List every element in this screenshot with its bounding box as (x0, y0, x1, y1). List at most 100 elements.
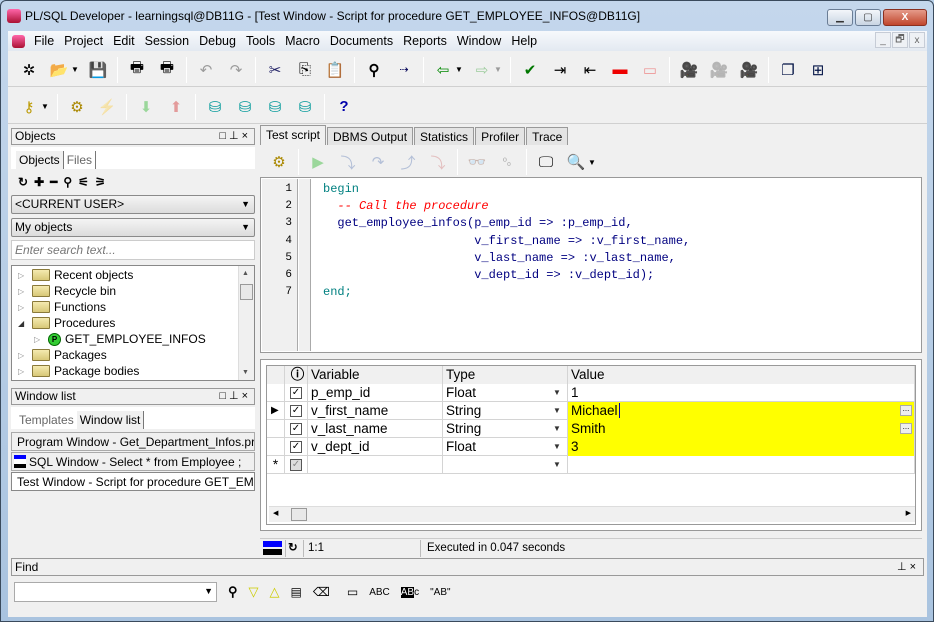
open-dropdown-icon[interactable]: ▼ (71, 59, 79, 81)
tree-node-get-employee-infos[interactable]: ▷ P GET_EMPLOYEE_INFOS (34, 331, 206, 347)
clear-highlight-icon[interactable]: ⌫ (313, 585, 330, 599)
variable-row[interactable]: ✓ p_emp_id Float ▼ 1 (267, 384, 915, 402)
save-icon[interactable]: 💾 (87, 59, 109, 81)
expand-icon[interactable]: ▷ (18, 287, 28, 296)
remove-icon[interactable]: ━ (50, 175, 57, 189)
variable-row[interactable]: ✓ v_dept_id Float ▼ 3 (267, 438, 915, 456)
start-debugger-icon[interactable]: ⚙ (268, 151, 290, 173)
log-on-dropdown-icon[interactable]: ▼ (41, 96, 49, 118)
mdi-restore-button[interactable]: 🗗 (892, 32, 908, 48)
variable-name-cell[interactable]: v_last_name (308, 420, 443, 438)
folder-filter-icon[interactable]: ⚞ (95, 175, 106, 189)
scroll-thumb[interactable] (291, 508, 307, 521)
code-editor[interactable]: 1 begin 2 -- Call the procedure 3 get_emplo… (260, 177, 922, 353)
close-panel-icon[interactable]: × (242, 390, 251, 402)
tab-files[interactable]: Files (64, 151, 97, 169)
variable-name-cell[interactable]: v_first_name (308, 402, 443, 420)
pin-icon[interactable]: ⊥ (897, 561, 910, 573)
object-filter-select[interactable]: My objects ▼ (11, 218, 255, 237)
import-icon[interactable]: ⬇ (135, 96, 157, 118)
tile-windows-icon[interactable]: ⊞ (807, 59, 829, 81)
highlight-all-icon[interactable]: ▤ (291, 585, 302, 599)
menu-tools[interactable]: Tools (241, 34, 280, 48)
checkbox[interactable]: ✓ (290, 441, 302, 453)
chevron-down-icon[interactable]: ▼ (553, 420, 561, 438)
expand-icon[interactable]: ▷ (18, 271, 28, 280)
cascade-windows-icon[interactable]: ❐ (777, 59, 799, 81)
object-search-input[interactable]: Enter search text... (11, 240, 255, 260)
compile-icon[interactable]: ✔ (519, 59, 541, 81)
column-header-type[interactable]: Type (443, 366, 568, 384)
tree-node-procedures[interactable]: ◢ Procedures (18, 315, 115, 331)
new-icon[interactable]: ✲ (18, 59, 40, 81)
watch-icon[interactable]: 👓 (466, 151, 488, 173)
undo-icon[interactable]: ↶ (195, 59, 217, 81)
chevron-down-icon[interactable]: ▼ (553, 456, 561, 474)
checkbox[interactable]: ✓ (290, 459, 302, 471)
expand-icon[interactable]: ▷ (18, 303, 28, 312)
find-input[interactable]: ▼ (14, 582, 217, 602)
expand-icon[interactable]: ▷ (18, 367, 28, 376)
menu-debug[interactable]: Debug (194, 34, 241, 48)
tab-profiler[interactable]: Profiler (475, 127, 526, 145)
column-header-variable[interactable]: Variable (308, 366, 443, 384)
run-to-exception-icon[interactable]: ⤵ (427, 151, 449, 173)
chevron-down-icon[interactable]: ▼ (204, 586, 213, 596)
redo-icon[interactable]: ↷ (225, 59, 247, 81)
print-preview-icon[interactable]: 🖶 (156, 59, 178, 81)
refresh-icon[interactable]: ↻ (18, 175, 28, 189)
code-line[interactable]: begin (323, 182, 359, 196)
mdi-close-button[interactable]: x (909, 32, 925, 48)
help-icon[interactable]: ? (333, 96, 355, 118)
menu-edit[interactable]: Edit (108, 34, 140, 48)
cut-icon[interactable]: ✂ (264, 59, 286, 81)
close-panel-icon[interactable]: × (910, 561, 919, 573)
uncomment-icon[interactable]: ▭ (639, 59, 661, 81)
save-as-dropdown-icon[interactable]: ▼ (494, 59, 502, 81)
variable-row[interactable]: ✓ v_last_name String ▼ Smith... (267, 420, 915, 438)
variable-value-cell[interactable]: Michael... (568, 402, 915, 420)
tree-scrollbar[interactable]: ▲ ▼ (238, 266, 254, 380)
log-on-icon[interactable]: ⚷ (18, 96, 40, 118)
monitor-icon[interactable]: 🖵 (535, 151, 557, 173)
checkbox[interactable]: ✓ (290, 423, 302, 435)
menu-window[interactable]: Window (452, 34, 506, 48)
sql-icon[interactable]: ⛁ (234, 96, 256, 118)
record-macro-icon[interactable]: 🎥 (678, 59, 700, 81)
step-over-icon[interactable]: ↷ (367, 151, 389, 173)
unindent-icon[interactable]: ⇤ (579, 59, 601, 81)
compile-invalid-objects-icon[interactable]: ⚙ (66, 96, 88, 118)
explain-plan-icon[interactable]: ⛁ (204, 96, 226, 118)
window-list-item[interactable]: SQL Window - Select * from Employee ; (11, 452, 255, 471)
code-line[interactable]: end; (323, 285, 352, 299)
tree-node-packages[interactable]: ▷ Packages (18, 347, 107, 363)
tree-node-functions[interactable]: ▷ Functions (18, 299, 106, 315)
minimize-button[interactable]: ▁ (827, 9, 853, 26)
menu-reports[interactable]: Reports (398, 34, 452, 48)
zoom-icon[interactable]: 🔍 (565, 151, 587, 173)
variable-name-cell[interactable]: p_emp_id (308, 384, 443, 402)
column-header-value[interactable]: Value (568, 366, 915, 384)
case-sensitive-button[interactable]: ABC (369, 587, 390, 598)
tree-node-recent-objects[interactable]: ▷ Recent objects (18, 267, 133, 283)
break-icon[interactable]: ⚡ (96, 96, 118, 118)
find-icon[interactable]: ⚲ (363, 59, 385, 81)
float-icon[interactable]: □ (219, 390, 229, 402)
variable-type-cell[interactable]: Float ▼ (443, 438, 568, 456)
app-menu-icon[interactable] (12, 34, 25, 48)
tree-node-package-bodies[interactable]: ▷ Package bodies (18, 363, 139, 379)
tab-statistics[interactable]: Statistics (414, 127, 475, 145)
grid-hscrollbar[interactable]: ◀ ▶ (269, 506, 915, 522)
variable-row[interactable]: ▶ ✓ v_first_name String ▼ Michael... (267, 402, 915, 420)
code-line[interactable]: v_last_name => :v_last_name, (323, 251, 676, 265)
tab-templates[interactable]: Templates (16, 411, 77, 429)
menu-help[interactable]: Help (506, 34, 542, 48)
run-icon[interactable]: ▶ (307, 151, 329, 173)
code-line[interactable]: -- Call the procedure (323, 199, 488, 213)
toggle-breakpoint-icon[interactable]: ⁰₀ (496, 151, 518, 173)
variable-value-cell[interactable]: 3 (568, 438, 915, 456)
variable-type-cell[interactable]: String ▼ (443, 402, 568, 420)
tab-objects[interactable]: Objects (16, 151, 64, 169)
load-dropdown-icon[interactable]: ▼ (455, 59, 463, 81)
chevron-down-icon[interactable]: ▼ (553, 402, 561, 420)
